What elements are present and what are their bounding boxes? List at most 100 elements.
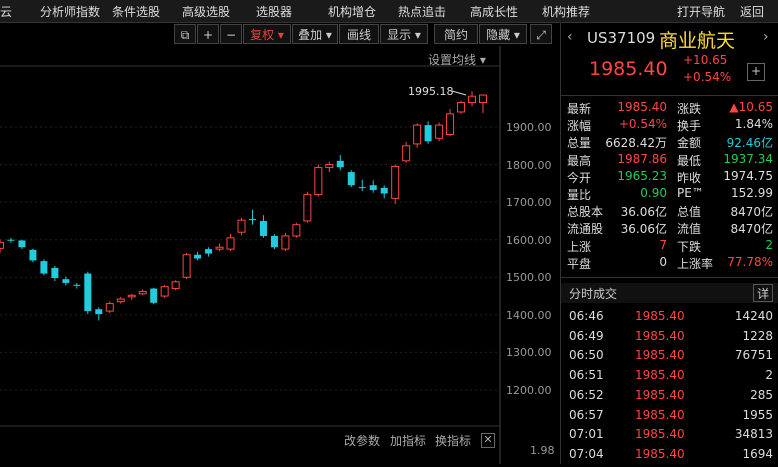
- trade-time: 06:52: [569, 387, 604, 402]
- lock-icon[interactable]: ⧉: [174, 24, 196, 44]
- candle-body: [248, 219, 256, 221]
- candle-body: [358, 187, 366, 189]
- setting-ma[interactable]: 设置均线 ▾: [428, 51, 486, 68]
- candle-body: [457, 102, 466, 113]
- quote-value: ▲10.65: [729, 100, 773, 114]
- menu-item[interactable]: 打开导航: [677, 3, 725, 20]
- quote-label: 涨幅: [567, 119, 592, 134]
- huaxian-button[interactable]: 画线: [339, 24, 379, 44]
- yincang-button[interactable]: 隐藏 ▾: [479, 24, 527, 44]
- quote-label: 涨跌: [677, 102, 702, 116]
- menu-item[interactable]: 返回: [740, 3, 764, 20]
- quote-row: 总股本 36.06亿 总值 8470亿: [567, 203, 775, 220]
- trade-price: 1985.40: [635, 348, 685, 363]
- xianshi-button[interactable]: 显示 ▾: [380, 24, 428, 44]
- quote-label: 换手: [677, 119, 702, 134]
- candle-body: [127, 294, 136, 298]
- kline-chart[interactable]: 1995.18 设置均线 ▾ 1900.00 1800.00 1700.00 1…: [0, 46, 558, 464]
- trades-detail-button[interactable]: 详: [753, 284, 773, 302]
- quote-label: PE™: [677, 186, 704, 200]
- prev-stock-icon[interactable]: ‹: [567, 29, 573, 45]
- quote-label: 最高: [567, 153, 592, 168]
- chart-toolbar: ⧉ + − 复权 ▾ 叠加 ▾ 画线 显示 ▾ 简约 隐藏 ▾ ⤢: [170, 23, 558, 45]
- candle-body: [292, 224, 301, 237]
- candle-body: [369, 185, 377, 191]
- menu-item[interactable]: 高成长性: [470, 3, 518, 20]
- quote-label: 金额: [677, 136, 702, 151]
- menu-item[interactable]: 云: [0, 3, 12, 20]
- trade-row: 07:04 1985.40 1694: [561, 445, 778, 464]
- menu-item[interactable]: 机构推荐: [542, 3, 590, 20]
- trade-volume: 1955: [742, 407, 773, 422]
- trades-header: 分时成交 详: [561, 283, 778, 303]
- quote-value: 0: [659, 254, 667, 269]
- trade-price: 1985.40: [635, 407, 685, 422]
- quote-value: 36.06亿: [620, 222, 667, 237]
- menu-item[interactable]: 高级选股: [182, 3, 230, 20]
- add-watch-icon[interactable]: +: [747, 63, 765, 81]
- trade-time: 06:57: [569, 407, 604, 422]
- trade-volume: 34813: [734, 427, 773, 442]
- candle-body: [402, 145, 411, 162]
- quote-label: 流值: [677, 222, 702, 237]
- trade-time: 06:51: [569, 368, 604, 383]
- stock-header: ‹ US37109 商业航天 › 1985.40 +10.65 +0.54% +: [561, 22, 778, 96]
- candle-body: [325, 164, 334, 169]
- stock-change: +10.65: [683, 53, 728, 67]
- y-tick: 1.98: [530, 444, 555, 457]
- stock-pct: +0.54%: [683, 70, 732, 84]
- quote-label: 下跌: [677, 239, 702, 254]
- add-indicator-link[interactable]: 加指标: [390, 432, 426, 449]
- trade-price: 1985.40: [635, 368, 685, 383]
- quote-label: 总值: [677, 205, 702, 220]
- candles-group: [0, 91, 487, 321]
- menu-item[interactable]: 分析师指数: [40, 3, 100, 20]
- quote-value: 1987.86: [617, 151, 667, 166]
- candle-body: [95, 309, 103, 315]
- trade-row: 06:46 1985.40 14240: [561, 307, 778, 326]
- y-tick: 1700.00: [506, 196, 552, 209]
- zoom-out-icon[interactable]: −: [220, 24, 242, 44]
- menu-item[interactable]: 机构增仓: [328, 3, 376, 20]
- menu-item[interactable]: 热点追击: [398, 3, 446, 20]
- zoom-in-icon[interactable]: +: [197, 24, 219, 44]
- candle-body: [479, 94, 487, 104]
- quote-label: 最低: [677, 153, 702, 168]
- candle-body: [182, 254, 191, 278]
- quote-value: 1.84%: [734, 117, 773, 132]
- trade-price: 1985.40: [635, 446, 685, 461]
- menu-item[interactable]: 选股器: [256, 3, 292, 20]
- candle-body: [347, 172, 355, 186]
- quote-value: 2: [765, 237, 773, 252]
- gai-canshu-link[interactable]: 改参数: [344, 432, 380, 449]
- trade-time: 06:50: [569, 348, 604, 363]
- menu-item[interactable]: 条件选股: [112, 3, 160, 20]
- trade-row: 06:51 1985.40 2: [561, 366, 778, 385]
- quote-value: 6628.42万: [605, 136, 667, 151]
- fullscreen-icon[interactable]: ⤢: [530, 24, 552, 44]
- quote-value: 1937.34: [723, 151, 773, 166]
- jianyue-button[interactable]: 简约: [434, 24, 478, 44]
- trade-volume: 76751: [734, 348, 773, 363]
- next-stock-icon[interactable]: ›: [763, 29, 769, 45]
- candle-body: [160, 286, 169, 297]
- yincang-label: 隐藏: [486, 28, 511, 42]
- candle-body: [138, 291, 147, 295]
- candle-body: [237, 219, 246, 233]
- quote-value: 1985.40: [617, 100, 667, 114]
- y-tick: 1200.00: [506, 384, 552, 397]
- switch-indicator-link[interactable]: 换指标: [435, 432, 471, 449]
- trade-volume: 285: [750, 387, 773, 402]
- quote-value: 152.99: [731, 186, 773, 200]
- divider: [561, 277, 778, 278]
- candle-body: [226, 237, 235, 250]
- close-icon[interactable]: ✕: [481, 433, 495, 448]
- diejia-label: 叠加: [298, 28, 323, 42]
- quote-label: 昨收: [677, 170, 702, 185]
- y-tick: 1800.00: [506, 159, 552, 172]
- candle-body: [270, 235, 278, 248]
- quote-row: 涨幅 +0.54% 换手 1.84%: [567, 117, 775, 134]
- diejia-button[interactable]: 叠加 ▾: [292, 24, 338, 44]
- quote-row: 最新 1985.40 涨跌 ▲10.65: [567, 100, 775, 117]
- fuquan-button[interactable]: 复权 ▾: [243, 24, 291, 44]
